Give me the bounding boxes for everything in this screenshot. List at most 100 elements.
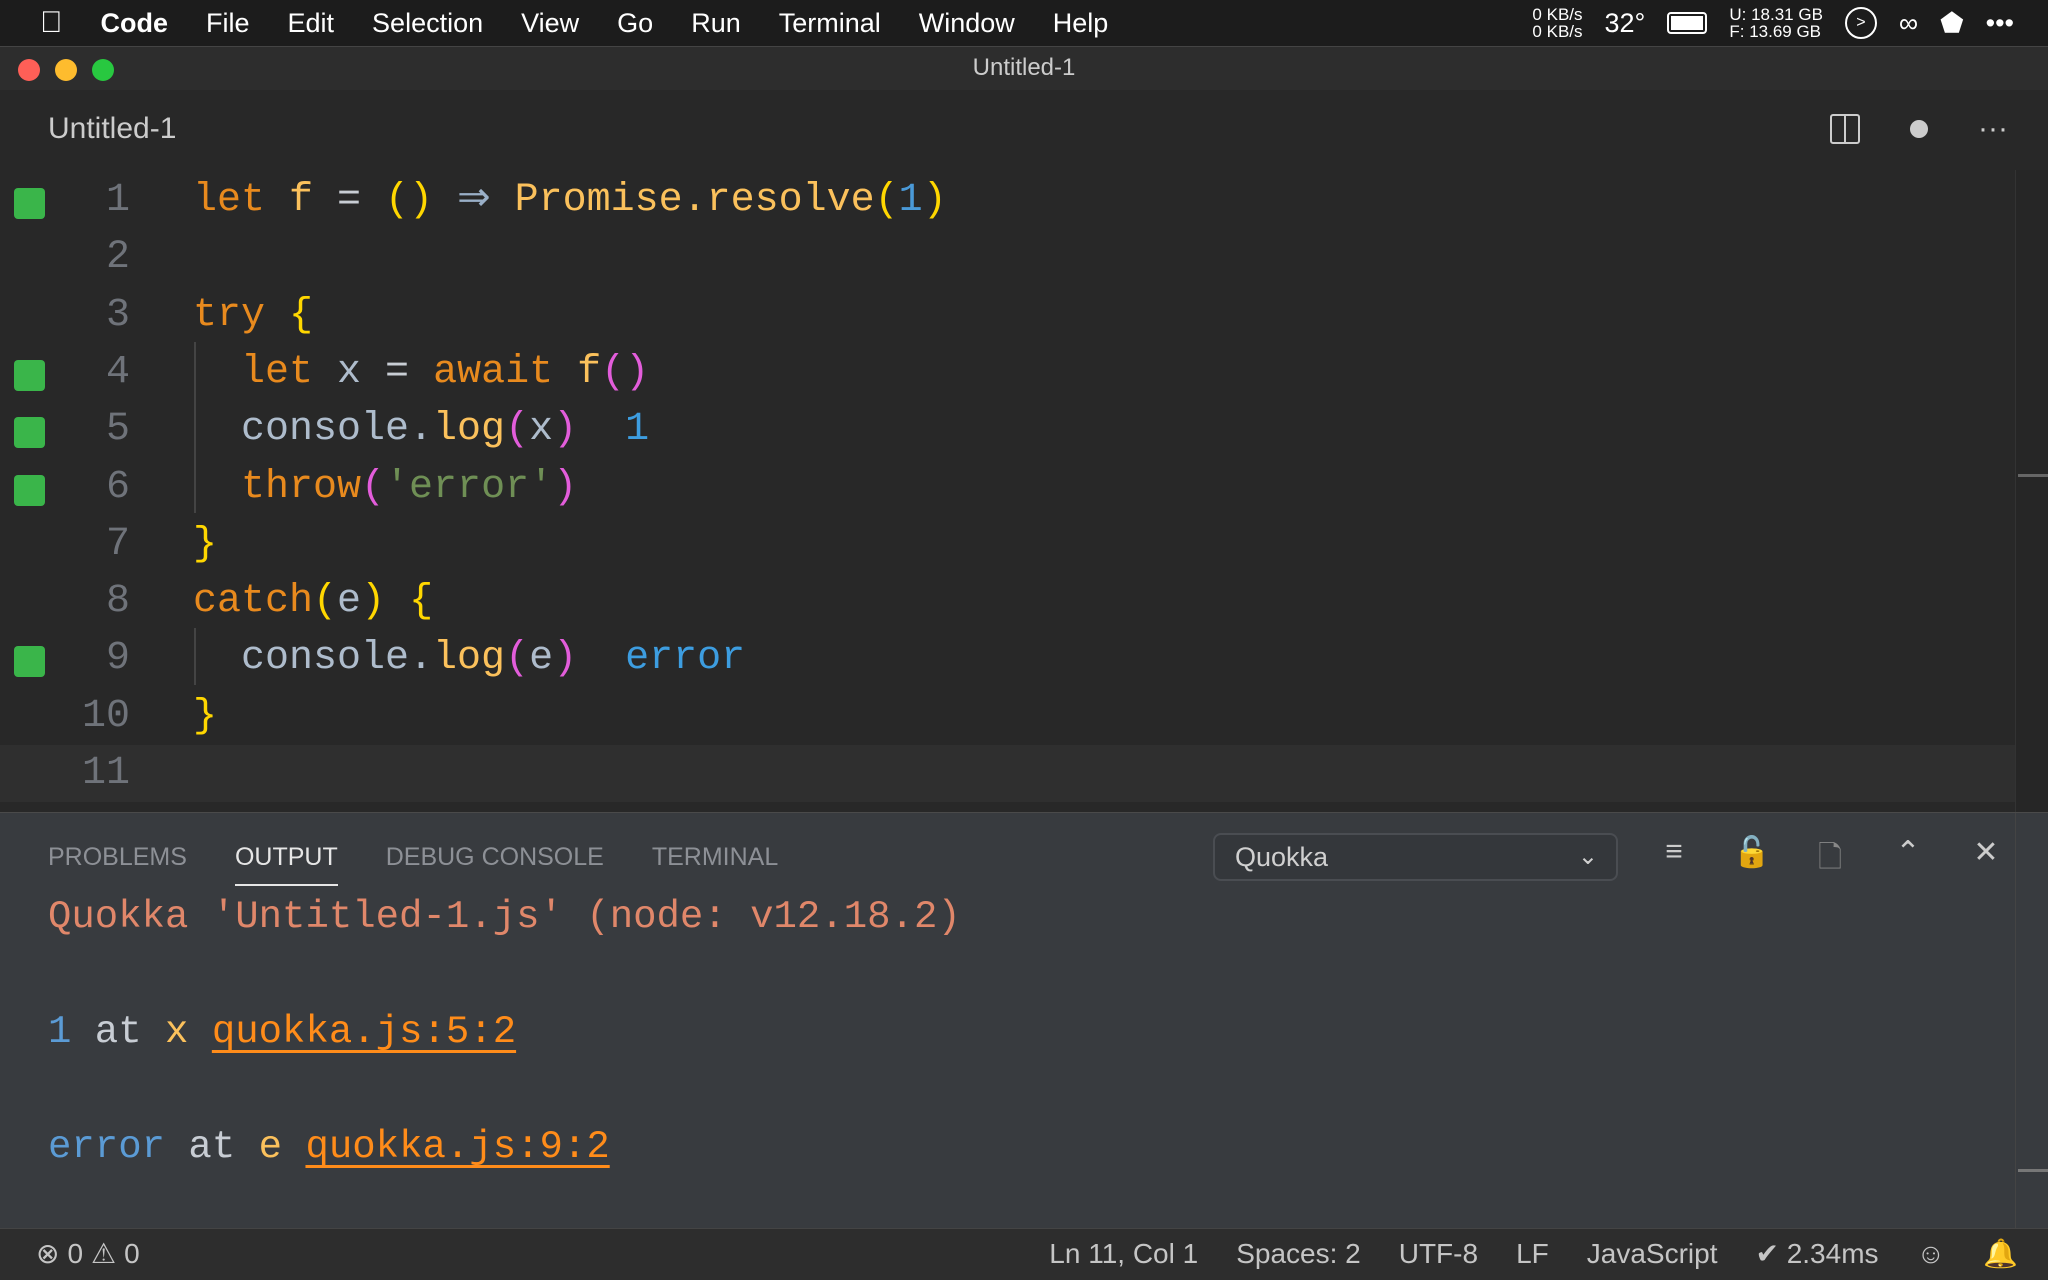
problems-status[interactable]: ⊗ 0 ⚠ 0 xyxy=(36,1229,140,1279)
line-number: 5 xyxy=(105,407,130,453)
apple-icon[interactable]:  xyxy=(40,6,63,40)
net-up: 0 KB/s xyxy=(1532,5,1583,24)
indent-guide xyxy=(194,342,196,513)
code-line[interactable]: 3 try { xyxy=(0,287,2015,344)
indentation[interactable]: Spaces: 2 xyxy=(1236,1229,1361,1279)
open-in-editor-icon[interactable]: 🗋 xyxy=(1811,835,1849,886)
more-icon[interactable]: ••• xyxy=(1986,8,2014,39)
code-line[interactable]: 4 let x = await f() xyxy=(0,344,2015,401)
battery-icon[interactable] xyxy=(1667,12,1708,34)
code-token: ⇒ xyxy=(457,178,515,223)
code-line[interactable]: 8 catch(e) { xyxy=(0,573,2015,630)
log-value: 1 xyxy=(48,1010,72,1054)
clear-output-icon[interactable]: ≡ xyxy=(1655,835,1693,886)
menu-file[interactable]: File xyxy=(206,8,250,39)
cursor-position[interactable]: Ln 11, Col 1 xyxy=(1049,1229,1198,1279)
code-token: ( xyxy=(361,464,386,510)
line-number: 7 xyxy=(105,521,130,567)
code-token: console. xyxy=(193,407,434,453)
line-number: 8 xyxy=(105,579,130,625)
editor-scrollbar[interactable] xyxy=(2015,170,2048,812)
menu-edit[interactable]: Edit xyxy=(288,8,335,39)
line-number: 6 xyxy=(105,464,130,510)
close-panel-icon[interactable]: ✕ xyxy=(1967,835,2005,886)
source-link[interactable]: quokka.js:9:2 xyxy=(305,1125,609,1169)
quokka-timing[interactable]: ✔ 2.34ms xyxy=(1755,1229,1878,1279)
code-token: throw xyxy=(193,464,362,510)
chevron-up-icon[interactable]: ⌃ xyxy=(1889,835,1927,886)
menu-app[interactable]: Code xyxy=(101,8,169,39)
close-window-button[interactable] xyxy=(18,59,40,81)
line-ending[interactable]: LF xyxy=(1516,1229,1549,1279)
menu-selection[interactable]: Selection xyxy=(372,8,483,39)
line-number: 9 xyxy=(105,636,130,682)
minimize-window-button[interactable] xyxy=(55,59,77,81)
code-text: } xyxy=(193,688,217,745)
encoding[interactable]: UTF-8 xyxy=(1399,1229,1478,1279)
output-channel-select[interactable]: Quokka ⌄ xyxy=(1213,833,1618,881)
disk-stats[interactable]: U: 18.31 GB F: 13.69 GB xyxy=(1729,6,1823,40)
code-line[interactable]: 5 console.log(x) 1 xyxy=(0,401,2015,458)
code-text: let f = () ⇒ Promise.resolve(1) xyxy=(193,172,947,229)
code-line[interactable]: 2 xyxy=(0,229,2015,286)
more-actions-icon[interactable]: ··· xyxy=(1978,112,2008,146)
unsaved-dot-icon[interactable] xyxy=(1910,120,1929,138)
line-number: 4 xyxy=(105,349,130,395)
code-token: ) xyxy=(553,636,578,682)
notifications-bell-icon[interactable]: 🔔 xyxy=(1983,1229,2018,1279)
code-token: log xyxy=(433,407,506,453)
code-line[interactable]: 11 xyxy=(0,745,2015,802)
menu-run[interactable]: Run xyxy=(691,8,741,39)
status-bar: ⊗ 0 ⚠ 0 Ln 11, Col 1 Spaces: 2 UTF-8 LF Ja… xyxy=(0,1228,2048,1280)
code-token: 1 xyxy=(898,178,923,223)
warning-count: 0 xyxy=(124,1238,140,1269)
network-stats[interactable]: 0 KB/s 0 KB/s xyxy=(1532,6,1582,40)
log-value: error xyxy=(48,1125,166,1169)
code-line[interactable]: 9 console.log(e) error xyxy=(0,630,2015,687)
warning-icon: ⚠ xyxy=(91,1238,117,1269)
link-icon[interactable]: ∞ xyxy=(1899,8,1918,39)
code-editor[interactable]: 11 10} 9 console.log(e) error 8 catch(e) {7}… xyxy=(0,170,2048,812)
terminal-circle-icon[interactable]: > xyxy=(1844,7,1877,39)
code-token: () xyxy=(385,178,458,223)
lock-icon[interactable]: 🔓 xyxy=(1733,835,1771,886)
code-token: ) xyxy=(922,178,947,223)
code-line[interactable]: 7} xyxy=(0,516,2015,573)
code-token: log xyxy=(433,636,506,682)
menu-view[interactable]: View xyxy=(521,8,579,39)
code-token: ( xyxy=(505,407,530,453)
source-link[interactable]: quokka.js:5:2 xyxy=(212,1010,516,1054)
feedback-icon[interactable]: ☺ xyxy=(1917,1229,1946,1279)
code-token: error xyxy=(577,636,746,682)
code-line[interactable]: 10} xyxy=(0,688,2015,745)
tab-untitled-1[interactable]: Untitled-1 xyxy=(48,112,176,146)
net-down: 0 KB/s xyxy=(1532,22,1583,41)
language-mode[interactable]: JavaScript xyxy=(1587,1229,1718,1279)
code-token: ) xyxy=(553,407,578,453)
menu-help[interactable]: Help xyxy=(1053,8,1109,39)
app-cube-icon[interactable]: ⬟ xyxy=(1940,8,1963,39)
code-text: console.log(x) 1 xyxy=(193,401,649,458)
code-token: e xyxy=(337,579,362,625)
tab-debug-console[interactable]: DEBUG CONSOLE xyxy=(386,843,604,886)
line-number: 11 xyxy=(81,751,130,796)
code-token: } xyxy=(193,521,218,567)
menu-window[interactable]: Window xyxy=(919,8,1015,39)
code-line[interactable]: 6 throw('error') xyxy=(0,459,2015,516)
code-token: ( xyxy=(505,636,530,682)
split-editor-icon[interactable] xyxy=(1830,114,1861,144)
tab-output[interactable]: OUTPUT xyxy=(234,843,338,886)
code-text: console.log(e) error xyxy=(193,630,745,687)
code-line[interactable]: 1 let f = () ⇒ Promise.resolve(1) xyxy=(0,172,2015,229)
tab-problems[interactable]: PROBLEMS xyxy=(48,843,187,886)
menu-go[interactable]: Go xyxy=(617,8,653,39)
zoom-window-button[interactable] xyxy=(92,59,114,81)
menu-terminal[interactable]: Terminal xyxy=(779,8,881,39)
code-token: ( xyxy=(313,579,338,625)
temperature[interactable]: 32° xyxy=(1605,8,1646,39)
code-token: ) xyxy=(553,464,578,510)
code-token: let xyxy=(193,178,290,223)
tab-terminal[interactable]: TERMINAL xyxy=(652,843,778,886)
panel-scrollbar[interactable] xyxy=(2015,813,2048,1228)
coverage-indicator xyxy=(14,417,45,449)
